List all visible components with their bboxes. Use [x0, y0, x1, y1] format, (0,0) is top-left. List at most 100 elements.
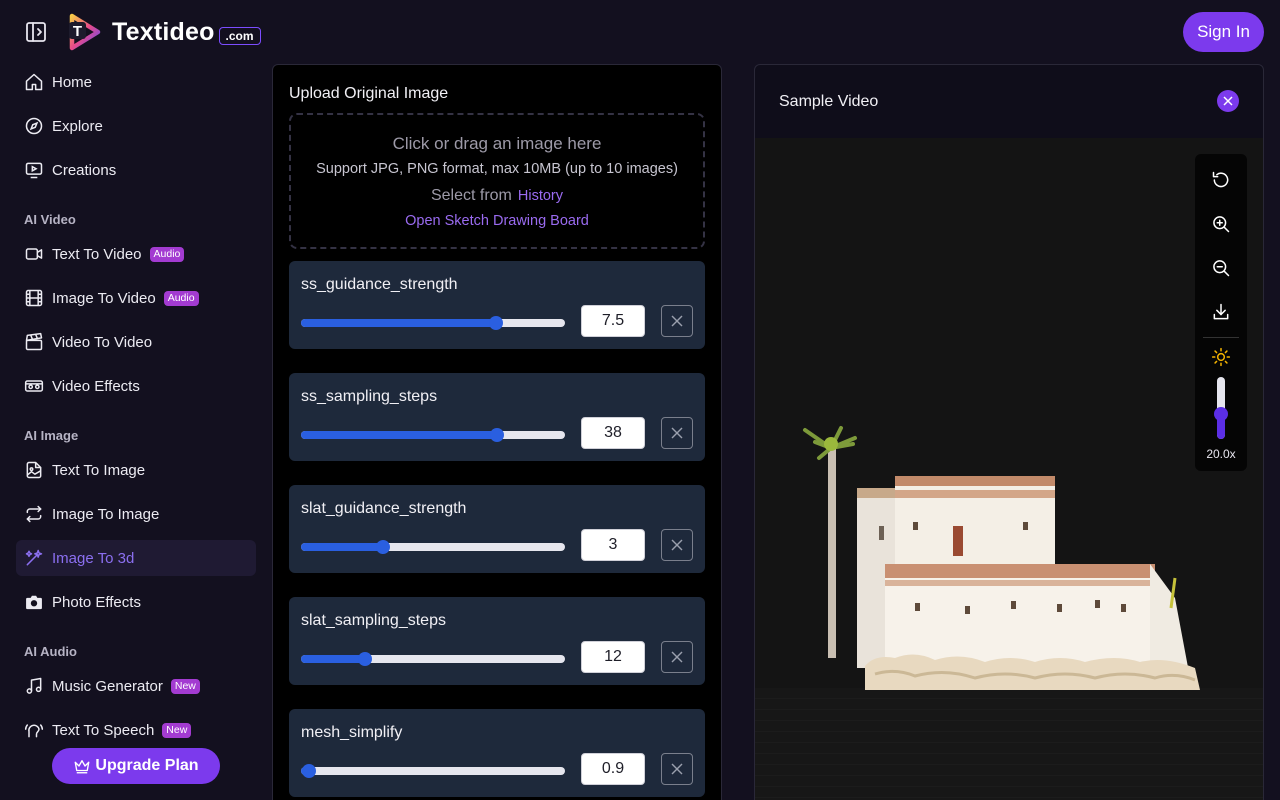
- arrows-repeat-icon: [26, 505, 42, 523]
- reset-param-button[interactable]: [661, 753, 693, 785]
- speech-icon: [24, 724, 44, 738]
- sidebar-item-label: Photo Effects: [52, 593, 141, 611]
- sidebar-item-text-to-speech[interactable]: Text To Speech New: [16, 712, 256, 748]
- sidebar-item-label: Explore: [52, 117, 103, 135]
- brightness-thumb[interactable]: [1214, 407, 1228, 422]
- sidebar-item-photo-effects[interactable]: Photo Effects: [16, 584, 256, 620]
- param-value-input[interactable]: [581, 417, 645, 449]
- clapperboard-icon: [25, 332, 43, 351]
- sidebar-item-music-generator[interactable]: Music Generator New: [16, 668, 256, 704]
- vr-glasses-icon: [24, 380, 44, 392]
- home-icon: [25, 73, 43, 91]
- sidebar-item-image-to-3d[interactable]: Image To 3d: [16, 540, 256, 576]
- image-dropzone[interactable]: Click or drag an image here Support JPG,…: [289, 113, 705, 249]
- zoom-in-button[interactable]: [1209, 212, 1233, 236]
- history-link[interactable]: History: [518, 188, 563, 204]
- param-value-input[interactable]: [581, 305, 645, 337]
- sketch-board-link[interactable]: Open Sketch Drawing Board: [291, 213, 703, 229]
- slider-thumb[interactable]: [489, 428, 504, 442]
- param-ss-sampling-steps: ss_sampling_steps: [289, 373, 705, 461]
- param-slider[interactable]: [301, 428, 565, 442]
- param-value-input[interactable]: [581, 641, 645, 673]
- sidebar-item-video-effects[interactable]: Video Effects: [16, 368, 256, 404]
- sidebar-item-text-to-video[interactable]: Text To Video Audio: [16, 236, 256, 272]
- viewer-floor: [755, 688, 1263, 800]
- svg-text:T: T: [73, 23, 82, 40]
- reset-view-button[interactable]: [1209, 168, 1233, 192]
- sidebar-item-explore[interactable]: Explore: [16, 108, 256, 144]
- param-label: ss_guidance_strength: [301, 276, 458, 293]
- param-label: slat_sampling_steps: [301, 612, 446, 629]
- sidebar-item-label: Image To 3d: [52, 549, 135, 567]
- upload-title: Upload Original Image: [289, 85, 449, 102]
- logo-mark-icon: T: [69, 13, 101, 51]
- sidebar-item-label: Home: [52, 73, 93, 91]
- sidebar: Home Explore Creations AI Video Text To …: [16, 64, 256, 800]
- slider-thumb[interactable]: [376, 540, 391, 554]
- download-icon: [1213, 303, 1229, 320]
- sidebar-item-video-to-video[interactable]: Video To Video: [16, 324, 256, 360]
- 3d-model-render: [803, 426, 1200, 690]
- param-slider[interactable]: [301, 540, 565, 554]
- param-label: slat_guidance_strength: [301, 500, 467, 517]
- sidebar-item-label: Text To Speech: [52, 721, 155, 739]
- param-value-input[interactable]: [581, 529, 645, 561]
- sidebar-item-label: Creations: [52, 161, 117, 179]
- zoom-in-icon: [1213, 216, 1230, 233]
- brand-logo[interactable]: T Textideo .com: [66, 13, 261, 51]
- compass-icon: [25, 117, 43, 135]
- new-badge: New: [170, 678, 200, 694]
- sidebar-item-label: Text To Video: [52, 245, 142, 263]
- sidebar-item-label: Image To Image: [52, 505, 160, 523]
- audio-badge: Audio: [149, 246, 185, 262]
- close-video-button[interactable]: [1217, 90, 1239, 112]
- sidebar-item-image-to-video[interactable]: Image To Video Audio: [16, 280, 256, 316]
- sidebar-item-label: Music Generator: [52, 677, 163, 695]
- param-label: mesh_simplify: [301, 724, 403, 741]
- sidebar-item-image-to-image[interactable]: Image To Image: [16, 496, 256, 532]
- slider-thumb[interactable]: [488, 316, 503, 330]
- zoom-out-button[interactable]: [1209, 256, 1233, 280]
- param-value-input[interactable]: [581, 753, 645, 785]
- section-title-ai-audio: AI Audio: [24, 644, 77, 659]
- dropzone-support-text: Support JPG, PNG format, max 10MB (up to…: [316, 161, 678, 177]
- music-note-icon: [26, 677, 42, 694]
- param-slider[interactable]: [301, 764, 565, 778]
- 3d-model-viewer[interactable]: 20.0x: [755, 138, 1263, 800]
- sidebar-item-label: Video To Video: [52, 333, 153, 351]
- reset-param-button[interactable]: [661, 305, 693, 337]
- close-icon: [671, 763, 683, 775]
- sign-in-button[interactable]: Sign In: [1183, 12, 1264, 52]
- sidebar-item-label: Image To Video: [52, 289, 156, 307]
- sidebar-item-home[interactable]: Home: [16, 64, 256, 100]
- reset-param-button[interactable]: [661, 641, 693, 673]
- select-from-text: Select from: [430, 187, 512, 204]
- brightness-slider[interactable]: [1214, 377, 1228, 439]
- download-button[interactable]: [1209, 300, 1233, 324]
- param-slider[interactable]: [301, 652, 565, 666]
- sidebar-item-text-to-image[interactable]: Text To Image: [16, 452, 256, 488]
- image-text-icon: [26, 461, 42, 479]
- brand-name: Textideo: [112, 17, 215, 46]
- param-label: ss_sampling_steps: [301, 388, 438, 405]
- sidebar-toggle-icon[interactable]: [24, 20, 48, 44]
- sidebar-item-creations[interactable]: Creations: [16, 152, 256, 188]
- upgrade-plan-label: Upgrade Plan: [95, 757, 199, 774]
- sample-video-card: Sample Video 20.0x: [754, 64, 1264, 800]
- slider-thumb[interactable]: [357, 652, 372, 666]
- sidebar-item-label: Text To Image: [52, 461, 146, 479]
- reset-param-button[interactable]: [661, 417, 693, 449]
- param-slider[interactable]: [301, 316, 565, 330]
- zoom-level: 20.0x: [1206, 447, 1236, 461]
- upgrade-plan-button[interactable]: Upgrade Plan: [52, 748, 220, 784]
- param-slat-guidance-strength: slat_guidance_strength: [289, 485, 705, 573]
- sun-icon: [1211, 347, 1231, 367]
- reset-param-button[interactable]: [661, 529, 693, 561]
- video-camera-icon: [25, 248, 43, 260]
- slider-thumb[interactable]: [301, 764, 316, 778]
- brand-badge: .com: [218, 27, 261, 45]
- param-mesh-simplify: mesh_simplify: [289, 709, 705, 797]
- zoom-out-icon: [1213, 260, 1230, 277]
- settings-panel: Upload Original Image Click or drag an i…: [272, 64, 722, 800]
- param-ss-guidance-strength: ss_guidance_strength: [289, 261, 705, 349]
